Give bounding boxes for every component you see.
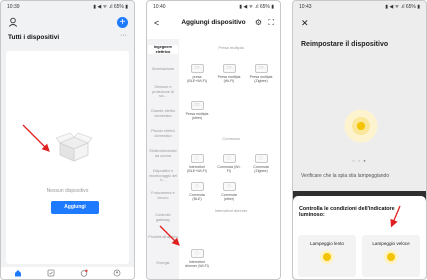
arrow-to-fast-blink: [390, 205, 401, 228]
annotation-arrows: [22, 124, 401, 246]
arrow-to-dimmer: [159, 225, 180, 246]
arrow-to-add-device: [22, 124, 50, 152]
